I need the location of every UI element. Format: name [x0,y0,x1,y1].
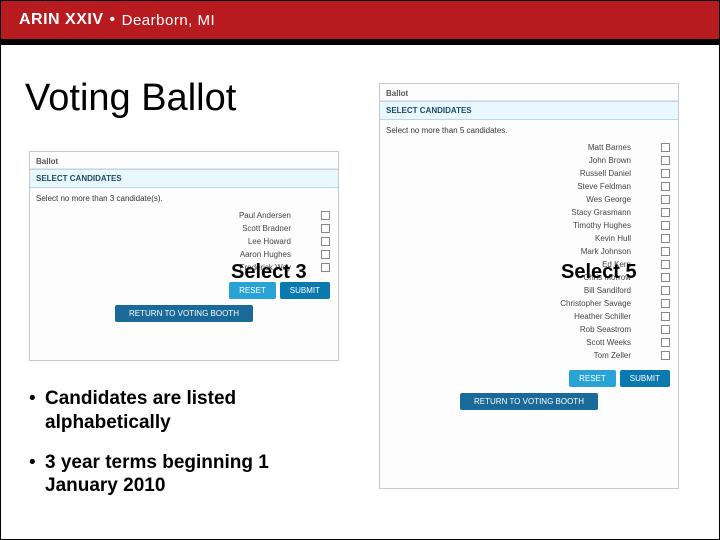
candidate-name: Paul Andersen [181,211,321,220]
header-red-bar: ARIN XXIV • Dearborn, MI [1,1,719,39]
candidate-row: Christopher Savage [380,297,678,310]
candidate-checkbox[interactable] [661,156,670,165]
return-button[interactable]: RETURN TO VOTING BOOTH [460,393,598,410]
candidate-checkbox[interactable] [661,286,670,295]
candidate-row: Bill Sandiford [380,284,678,297]
ballot-large-return-row: RETURN TO VOTING BOOTH [380,391,678,416]
candidate-checkbox[interactable] [661,143,670,152]
candidate-checkbox[interactable] [661,338,670,347]
candidate-name: John Brown [521,156,661,165]
candidate-row: Matt Barnes [380,141,678,154]
candidate-row: Stacy Grasmann [380,206,678,219]
candidate-checkbox[interactable] [321,211,330,220]
ballot-small-section: SELECT CANDIDATES [30,169,338,188]
candidate-checkbox[interactable] [661,273,670,282]
candidate-row: Mark Johnson [380,245,678,258]
ballot-small-heading: Ballot [30,152,338,169]
candidate-name: Wes George [521,195,661,204]
candidate-checkbox[interactable] [661,351,670,360]
submit-button[interactable]: SUBMIT [620,370,670,387]
content-area: Voting Ballot Ballot SELECT CANDIDATES S… [1,61,719,539]
candidate-name: Russell Daniel [521,169,661,178]
candidate-name: Bill Sandiford [521,286,661,295]
candidate-checkbox[interactable] [661,312,670,321]
ballot-small-instruction: Select no more than 3 candidate(s). [30,188,338,209]
candidate-checkbox[interactable] [321,224,330,233]
candidate-name: Steve Feldman [521,182,661,191]
candidate-name: Timothy Hughes [521,221,661,230]
bullet-text: 3 year terms beginning 1 January 2010 [45,451,335,499]
slide: ARIN XXIV • Dearborn, MI Voting Ballot B… [0,0,720,540]
candidate-row: Aaron Hughes [30,248,338,261]
candidate-row: Wes George [380,193,678,206]
candidate-name: Aaron Hughes [181,250,321,259]
bullet-item: • 3 year terms beginning 1 January 2010 [29,451,335,499]
candidate-checkbox[interactable] [661,299,670,308]
candidate-checkbox[interactable] [661,195,670,204]
candidate-name: Scott Bradner [181,224,321,233]
candidate-checkbox[interactable] [661,234,670,243]
candidate-row: Paul Andersen [30,209,338,222]
ballot-large-heading: Ballot [380,84,678,101]
ballot-small: Ballot SELECT CANDIDATES Select no more … [29,151,339,361]
reset-button[interactable]: RESET [229,282,276,299]
ballot-large-button-row: RESET SUBMIT [380,362,678,391]
candidate-checkbox[interactable] [661,221,670,230]
candidate-row: Scott Bradner [30,222,338,235]
candidate-checkbox[interactable] [661,325,670,334]
header-location: Dearborn, MI [122,12,216,29]
candidate-checkbox[interactable] [661,247,670,256]
label-select-3: Select 3 [231,261,307,284]
candidate-name: Christopher Savage [521,299,661,308]
candidate-name: Mark Johnson [521,247,661,256]
ballot-large: Ballot SELECT CANDIDATES Select no more … [379,83,679,489]
candidate-checkbox[interactable] [661,182,670,191]
header-black-bar [1,39,719,45]
candidate-row: Timothy Hughes [380,219,678,232]
candidate-row: Heather Schiller [380,310,678,323]
candidate-checkbox[interactable] [661,260,670,269]
bullets: • Candidates are listed alphabetically •… [29,387,335,514]
candidate-row: Scott Weeks [380,336,678,349]
candidate-name: Rob Seastrom [521,325,661,334]
candidate-row: Kevin Hull [380,232,678,245]
submit-button[interactable]: SUBMIT [280,282,330,299]
candidate-row: Steve Feldman [380,180,678,193]
candidate-row: John Brown [380,154,678,167]
candidate-name: Kevin Hull [521,234,661,243]
candidate-name: Matt Barnes [521,143,661,152]
ballot-large-instruction: Select no more than 5 candidates. [380,120,678,141]
header-separator: • [110,11,116,29]
ballot-small-return-row: RETURN TO VOTING BOOTH [30,303,338,328]
candidate-row: Russell Daniel [380,167,678,180]
page-title: Voting Ballot [25,77,236,120]
candidate-checkbox[interactable] [321,263,330,272]
candidate-row: Lee Howard [30,235,338,248]
candidate-checkbox[interactable] [321,237,330,246]
candidate-name: Stacy Grasmann [521,208,661,217]
bullet-marker: • [29,451,45,499]
candidate-name: Tom Zeller [521,351,661,360]
bullet-text: Candidates are listed alphabetically [45,387,335,435]
reset-button[interactable]: RESET [569,370,616,387]
label-select-5: Select 5 [561,261,637,284]
candidate-checkbox[interactable] [661,208,670,217]
header-brand: ARIN XXIV [19,11,104,29]
bullet-item: • Candidates are listed alphabetically [29,387,335,435]
ballot-large-candidates: Matt Barnes John Brown Russell Daniel Steve… [380,141,678,362]
candidate-name: Lee Howard [181,237,321,246]
candidate-name: Heather Schiller [521,312,661,321]
return-button[interactable]: RETURN TO VOTING BOOTH [115,305,253,322]
candidate-name: Scott Weeks [521,338,661,347]
ballot-large-section: SELECT CANDIDATES [380,101,678,120]
candidate-row: Rob Seastrom [380,323,678,336]
candidate-row: Tom Zeller [380,349,678,362]
candidate-checkbox[interactable] [321,250,330,259]
bullet-marker: • [29,387,45,435]
candidate-checkbox[interactable] [661,169,670,178]
